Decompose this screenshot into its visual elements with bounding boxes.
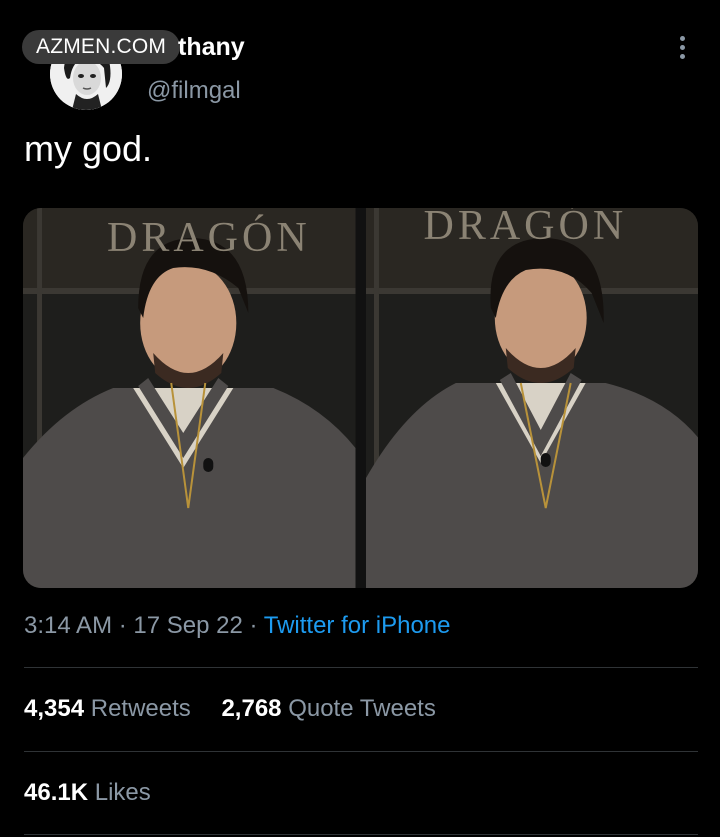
display-name[interactable]: thany [178,33,245,62]
meta-separator: · [249,612,258,639]
likes-label: Likes [94,779,151,806]
likes-count: 46.1K [24,779,89,806]
user-handle[interactable]: @filmgal [147,77,241,105]
retweets-stat[interactable]: 4,354 Retweets [24,695,197,722]
background-sign-text: DRAGÓN [423,208,628,249]
more-options-icon[interactable] [678,36,686,62]
retweets-count: 4,354 [24,695,85,722]
meta-separator: · [118,612,127,639]
tweet-media: DRAGÓN DRAGÓN [23,208,698,588]
retweets-label: Retweets [90,695,191,722]
likes-row: 46.1K Likes [24,779,175,807]
divider [24,667,698,668]
media-photo-2[interactable]: DRAGÓN [365,208,698,588]
quote-tweets-stat[interactable]: 2,768 Quote Tweets [221,695,435,722]
background-sign-text: DRAGÓN [107,215,311,261]
quote-tweets-count: 2,768 [221,695,282,722]
likes-stat[interactable]: 46.1K Likes [24,779,151,806]
divider [24,751,698,752]
tweet-time[interactable]: 3:14 AM [24,612,112,639]
divider [24,834,698,835]
tweet-text: my god. [24,128,153,169]
stats-row: 4,354 Retweets 2,768 Quote Tweets [24,695,460,723]
media-photo-1[interactable]: DRAGÓN [23,208,356,588]
quote-tweets-label: Quote Tweets [288,695,436,722]
tweet-source-link[interactable]: Twitter for iPhone [264,612,451,639]
tweet-meta: 3:14 AM · 17 Sep 22 · Twitter for iPhone [24,612,451,640]
watermark-badge: AZMEN.COM [22,30,181,64]
tweet-date[interactable]: 17 Sep 22 [133,612,242,639]
